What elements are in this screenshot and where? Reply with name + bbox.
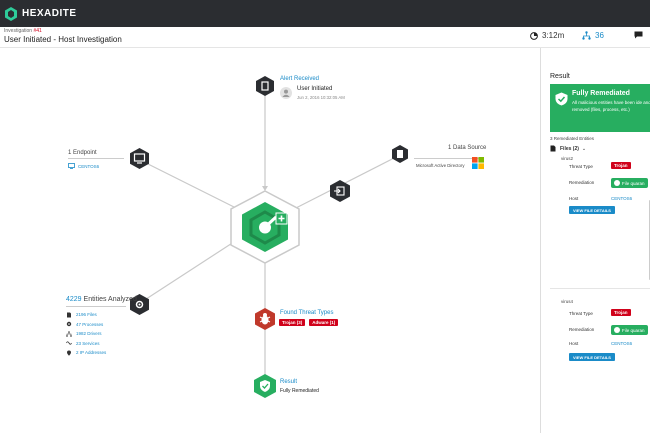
entity-stat-label: Processes [82, 321, 104, 327]
remediation-label: Remediation [569, 180, 595, 185]
alert-source [280, 86, 292, 104]
host-value[interactable]: CENTOS6 [611, 341, 632, 346]
top-bar: HEXADITE [0, 0, 650, 27]
threat-tags: Trojan (3) Adware (1) [279, 319, 339, 326]
alert-title[interactable]: Alert Received [280, 76, 319, 82]
file-icon [550, 145, 556, 152]
monitor-small-icon [68, 163, 75, 169]
result-panel: Result Fully Remediated All malicious en… [540, 48, 650, 433]
alert-node[interactable] [256, 76, 274, 96]
check-icon [614, 180, 620, 186]
investigation-id: Investigation #41 [4, 28, 42, 34]
alert-subtitle: User Initiated [297, 86, 333, 92]
entity-stat-services[interactable]: 23 Services [66, 339, 106, 349]
service-icon [66, 341, 72, 345]
shield-check-icon [555, 92, 568, 106]
windows-icon [472, 157, 484, 169]
result-node[interactable] [254, 374, 276, 398]
threat-type-label: Threat Type [569, 164, 593, 169]
entity-stat-label: Drivers [87, 331, 102, 337]
threat-tag[interactable]: Adware (1) [309, 319, 339, 326]
entity-stat-ip[interactable]: 2 IP Addresses [66, 348, 106, 358]
entity-stat-value: 1982 [76, 331, 87, 337]
entity-stat-value: 23 [76, 340, 82, 346]
entities-list: 2196 Files 47 Processes 1982 Drivers 23 … [66, 310, 106, 358]
endpoint-host[interactable]: CENTOS6 [78, 164, 99, 169]
endpoint-divider [68, 150, 124, 159]
chevron-down-icon: ⌄ [581, 145, 587, 152]
result-title[interactable]: Result [280, 379, 297, 385]
investigation-graph: Alert Received User Initiated Jun 2, 201… [0, 48, 540, 433]
gear-icon [66, 322, 72, 327]
entity-stat-label: Services [82, 340, 100, 346]
remediation-label: Remediation [569, 327, 595, 332]
host-value[interactable]: CENTOS6 [611, 196, 632, 201]
threats-node[interactable] [255, 308, 275, 330]
entity-stat-value: 2 [76, 350, 79, 356]
remediated-header: 3 Remediated Entities [550, 136, 595, 141]
brand-name[interactable]: HEXADITE [22, 8, 77, 19]
entities-icon [582, 31, 591, 40]
file-icon [67, 312, 71, 318]
entity-stat-value: 2196 [76, 312, 87, 318]
entities-count-button[interactable]: 36 [582, 31, 604, 40]
files-group-toggle[interactable]: Files (2) ⌄ [550, 145, 586, 152]
clock-icon [530, 31, 538, 40]
remediation-value: File quaran [622, 180, 645, 186]
status-card: Fully Remediated All malicious entities … [550, 84, 650, 132]
investigation-core-node[interactable] [230, 190, 300, 264]
duration-value: 3:12m [542, 31, 565, 40]
chat-icon [634, 31, 643, 39]
datasource-title[interactable]: 1 Data Source [448, 145, 486, 151]
check-icon [614, 327, 620, 333]
status-description: All malicious entities have been ide and… [572, 100, 650, 112]
chat-button[interactable] [634, 31, 647, 39]
hexadite-logo-icon [5, 6, 17, 21]
remediation-value: File quaran [622, 327, 645, 333]
view-file-details-button[interactable]: VIEW FILE DETAILS [569, 353, 615, 361]
entity-name[interactable]: virus2 [561, 156, 573, 161]
endpoint-host-row: CENTOS6 [68, 163, 99, 169]
threat-type-badge: Trojan [611, 162, 631, 169]
threat-type-label: Threat Type [569, 311, 593, 316]
datasource-node[interactable] [392, 145, 408, 163]
investigation-header: Investigation #41 User Initiated - Host … [0, 27, 650, 48]
result-value: Fully Remediated [280, 388, 319, 394]
threat-tag[interactable]: Trojan (3) [279, 319, 306, 326]
entities-divider [66, 301, 126, 307]
threat-type-badge: Trojan [611, 309, 631, 316]
investigation-prefix: Investigation [4, 28, 33, 34]
panel-title: Result [550, 73, 570, 80]
remediation-badge[interactable]: File quaran [611, 325, 648, 335]
view-file-details-button[interactable]: VIEW FILE DETAILS [569, 206, 615, 214]
alert-timestamp: Jun 2, 2016 10:32:05 AM [297, 95, 345, 100]
entity-stat-label: Files [87, 312, 97, 318]
duration-indicator: 3:12m [530, 31, 564, 40]
files-group-label: Files (2) [560, 145, 579, 152]
entity-stat-files[interactable]: 2196 Files [66, 310, 106, 320]
entity-stat-label: IP Addresses [79, 350, 107, 356]
remediation-badge[interactable]: File quaran [611, 178, 648, 188]
status-title: Fully Remediated [572, 90, 630, 97]
entity-separator [550, 288, 650, 289]
entity-name[interactable]: virus4 [561, 299, 573, 304]
entity-stat-drivers[interactable]: 1982 Drivers [66, 329, 106, 339]
host-label: Host [569, 196, 579, 201]
threats-title[interactable]: Found Threat Types [280, 310, 333, 316]
host-label: Host [569, 341, 579, 346]
datasource-name: Microsoft Active Directory [416, 163, 465, 168]
endpoint-node[interactable] [130, 148, 149, 169]
location-pin-icon [67, 350, 71, 356]
investigation-number: #41 [33, 28, 42, 34]
entity-stat-processes[interactable]: 47 Processes [66, 320, 106, 330]
entity-stat-value: 47 [76, 321, 82, 327]
server-icon [397, 150, 403, 158]
driver-icon [66, 330, 72, 337]
connector-node[interactable] [330, 180, 350, 202]
page-title: User Initiated - Host Investigation [4, 35, 122, 44]
user-icon [280, 87, 292, 99]
entities-count: 36 [595, 31, 604, 40]
